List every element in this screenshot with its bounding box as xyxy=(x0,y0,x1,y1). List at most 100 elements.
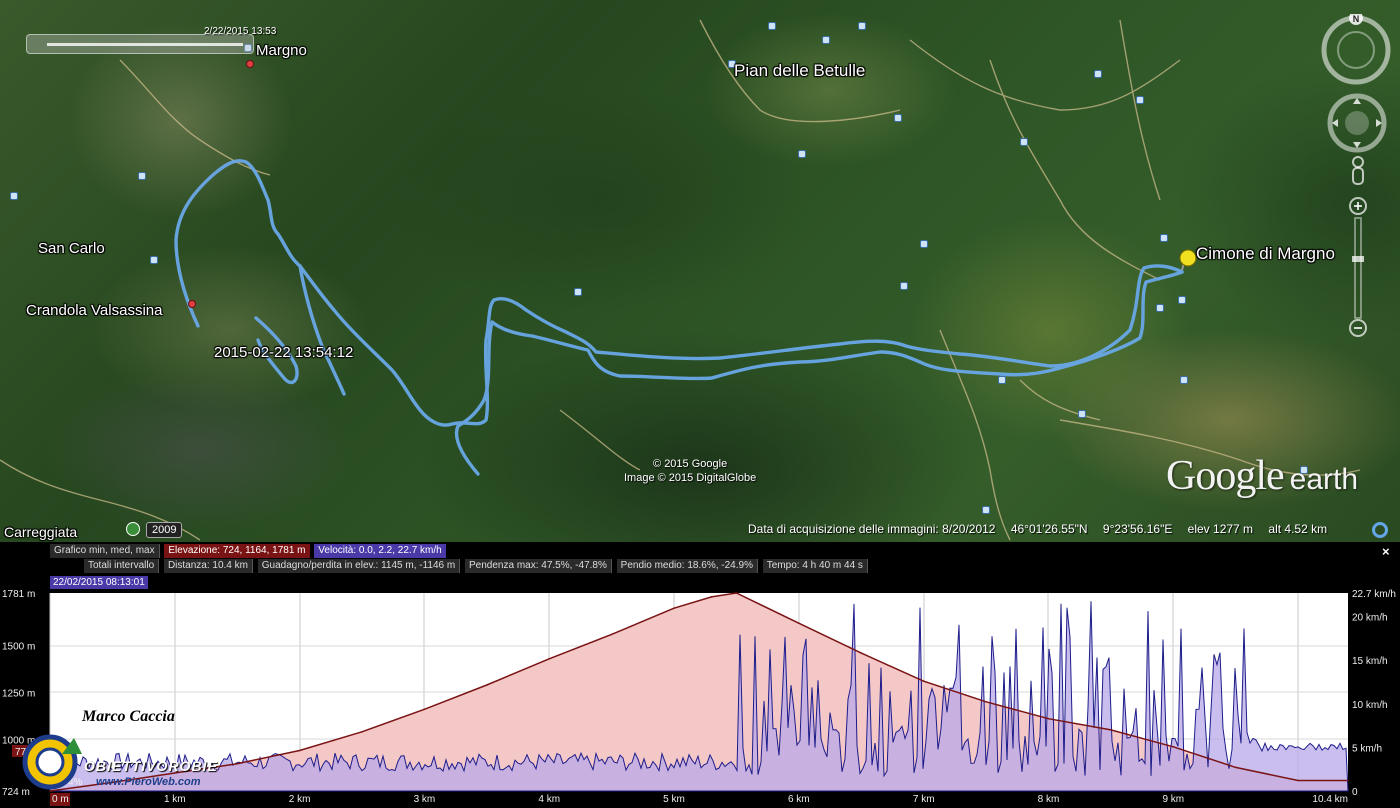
poi-icon[interactable] xyxy=(1136,96,1144,104)
y-right-tick: 22.7 km/h xyxy=(1352,589,1396,600)
google-earth-logo: Google earth xyxy=(1166,452,1358,500)
author-signature: Marco Caccia xyxy=(82,708,175,725)
place-label-carreggiata[interactable]: Carreggiata xyxy=(4,524,77,540)
y-right-tick: 5 km/h xyxy=(1352,743,1382,754)
poi-icon[interactable] xyxy=(798,150,806,158)
logo-earth-text: earth xyxy=(1289,463,1359,496)
elevation-point xyxy=(610,633,613,636)
x-tick: 6 km xyxy=(788,794,810,805)
poi-icon[interactable] xyxy=(998,376,1006,384)
logo-google-text: Google xyxy=(1166,453,1285,499)
y-right-tick: 0 xyxy=(1352,787,1358,798)
poi-icon[interactable] xyxy=(1020,138,1028,146)
poi-icon[interactable] xyxy=(1160,234,1168,242)
elevation-point xyxy=(1110,729,1112,731)
y-left-tick: 1781 m xyxy=(2,589,35,600)
gps-track[interactable] xyxy=(174,159,1184,476)
elevation-point xyxy=(1347,779,1349,782)
poi-icon[interactable] xyxy=(1178,296,1186,304)
poi-icon[interactable] xyxy=(1156,304,1164,312)
poi-icon[interactable] xyxy=(1078,410,1086,418)
move-joystick-icon[interactable] xyxy=(1326,92,1388,154)
time-slider-date: 2/22/2015 13:53 xyxy=(204,26,277,37)
y-left-tick: 1500 m xyxy=(2,642,35,653)
elevation-point xyxy=(548,658,550,660)
poi-icon[interactable] xyxy=(822,36,830,44)
elevation-point xyxy=(298,749,301,752)
brand-name: OBIETTIVOROBIE xyxy=(84,758,218,774)
x-tick: 8 km xyxy=(1038,794,1060,805)
time-slider[interactable] xyxy=(26,34,254,54)
y-right-tick: 10 km/h xyxy=(1352,700,1388,711)
x-tick: 7 km xyxy=(913,794,935,805)
elevation-point xyxy=(922,680,925,682)
x-tick: 1 km xyxy=(164,794,186,805)
x-tick: 10.4 km xyxy=(1312,794,1348,805)
place-label-margno[interactable]: Margno xyxy=(256,42,307,59)
y-right-tick: 15 km/h xyxy=(1352,656,1388,667)
compass-ring-icon[interactable]: N xyxy=(1320,14,1392,86)
status-longitude: 9°23'56.16"E xyxy=(1102,522,1173,536)
elevation-point xyxy=(1047,717,1050,720)
x-tick: 0 m xyxy=(52,794,69,805)
elevation-point xyxy=(1172,746,1175,748)
status-altitude: alt 4.52 km xyxy=(1268,522,1328,536)
poi-icon[interactable] xyxy=(894,114,902,122)
elevation-profile-panel: Grafico min, med, max Elevazione: 724, 1… xyxy=(0,542,1400,808)
x-tick: 5 km xyxy=(663,794,685,805)
poi-icon[interactable] xyxy=(574,288,582,296)
elevation-point xyxy=(361,731,363,733)
brand-website: www.PieroWeb.com xyxy=(96,776,201,788)
poi-icon[interactable] xyxy=(246,60,254,68)
map-view[interactable]: Margno Pian delle Betulle Cimone di Marg… xyxy=(0,0,1400,542)
copyright-google: © 2015 Google xyxy=(653,458,728,470)
y-axis-right: 22.7 km/h 20 km/h 15 km/h 10 km/h 5 km/h 0 xyxy=(1352,589,1396,798)
elevation-point xyxy=(423,708,426,711)
y-left-tick: 1250 m xyxy=(2,689,35,700)
historical-imagery-year[interactable]: 2009 xyxy=(146,522,183,538)
poi-icon[interactable] xyxy=(150,256,158,264)
status-acquisition-date: Data di acquisizione delle immagini: 8/2… xyxy=(748,522,996,536)
poi-icon[interactable] xyxy=(920,240,928,248)
place-label-san-carlo[interactable]: San Carlo xyxy=(38,240,105,257)
street-view-person-icon[interactable] xyxy=(1348,156,1368,186)
poi-icon[interactable] xyxy=(10,192,18,200)
compass-north-label: N xyxy=(1353,14,1360,24)
elevation-point xyxy=(735,592,738,594)
x-tick: 3 km xyxy=(414,794,436,805)
status-bar: Data di acquisizione delle immagini: 8/2… xyxy=(748,522,1339,536)
x-tick: 2 km xyxy=(289,794,311,805)
status-latitude: 46°01'26.55"N xyxy=(1010,522,1088,536)
elevation-point xyxy=(236,762,238,765)
x-tick: 4 km xyxy=(538,794,560,805)
elevation-point xyxy=(860,652,863,654)
elevation-point xyxy=(710,596,713,598)
elevation-point xyxy=(1297,779,1299,782)
elevation-point xyxy=(486,684,488,686)
poi-icon[interactable] xyxy=(138,172,146,180)
obiettivorobie-logo-icon xyxy=(22,734,82,790)
poi-icon[interactable] xyxy=(858,22,866,30)
poi-icon[interactable] xyxy=(768,22,776,30)
place-label-cimone-di-margno[interactable]: Cimone di Margno xyxy=(1196,244,1335,264)
poi-icon[interactable] xyxy=(1094,70,1102,78)
poi-icon[interactable] xyxy=(188,300,196,308)
track-timestamp-label: 2015-02-22 13:54:12 xyxy=(214,344,354,361)
x-tick: 9 km xyxy=(1162,794,1184,805)
elevation-point xyxy=(673,607,675,609)
historical-imagery-clock-icon[interactable] xyxy=(126,522,140,536)
elevation-point xyxy=(1234,766,1237,769)
elevation-point xyxy=(985,701,987,703)
poi-icon[interactable] xyxy=(1180,376,1188,384)
streaming-status-icon xyxy=(1372,522,1388,538)
placemark-pin-icon[interactable] xyxy=(1179,249,1197,271)
status-elevation: elev 1277 m xyxy=(1187,522,1254,536)
elevation-point xyxy=(798,622,800,624)
poi-icon[interactable] xyxy=(900,282,908,290)
poi-icon[interactable] xyxy=(982,506,990,514)
time-slider-track[interactable] xyxy=(47,43,243,46)
zoom-slider[interactable] xyxy=(1348,196,1368,338)
y-right-tick: 20 km/h xyxy=(1352,613,1388,624)
place-label-crandola-valsassina[interactable]: Crandola Valsassina xyxy=(26,302,162,319)
place-label-pian-delle-betulle[interactable]: Pian delle Betulle xyxy=(734,61,865,81)
